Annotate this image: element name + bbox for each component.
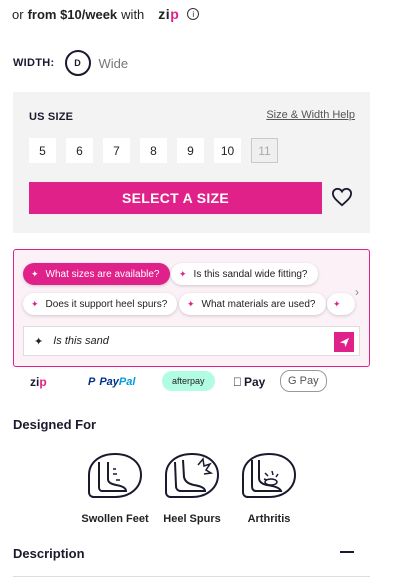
suggestion-chip[interactable]: ✦ Does it support heel spurs?	[23, 293, 178, 315]
suggestion-chip[interactable]: ✦ What sizes are available?	[23, 263, 170, 285]
ai-question-input[interactable]	[51, 334, 326, 348]
suggestion-chip-partial[interactable]: ✦	[327, 293, 355, 315]
arthritis-icon	[242, 452, 297, 498]
afterpay-logo: afterpay	[162, 371, 215, 391]
size-option[interactable]: 8	[140, 138, 167, 163]
size-panel: US SIZE Size & Width Help 5 6 7 8 9 10 1…	[13, 92, 370, 233]
minus-icon[interactable]	[340, 551, 354, 553]
size-option[interactable]: 5	[29, 138, 56, 163]
us-size-title: US SIZE	[29, 111, 74, 123]
designed-for-title: Designed For	[13, 417, 97, 432]
size-width-help-link[interactable]: Size & Width Help	[266, 109, 355, 121]
paypal-logo: P Pay Pal	[88, 376, 136, 388]
feature-swollen-feet: Swollen Feet	[75, 451, 155, 525]
ai-question-field[interactable]: ✦	[23, 326, 360, 356]
suggestion-chip[interactable]: ✦ What materials are used?	[179, 293, 326, 315]
sparkle-icon: ✦	[31, 298, 39, 309]
select-size-button[interactable]: SELECT A SIZE	[29, 182, 322, 214]
width-value: Wide	[98, 55, 129, 71]
apple-pay-logo: Pay	[233, 375, 265, 389]
feature-heel-spurs: Heel Spurs	[152, 451, 232, 525]
send-icon[interactable]	[334, 332, 354, 352]
payment-methods: zip PPayPal afterpay Pay G Pay	[30, 370, 375, 392]
sparkle-icon: ✦	[179, 268, 187, 279]
size-options: 5 6 7 8 9 10 11	[29, 138, 288, 163]
feature-label: Swollen Feet	[81, 513, 149, 525]
suggestion-chip[interactable]: ✦ Is this sandal wide fitting?	[171, 263, 318, 285]
chevron-right-icon[interactable]: ›	[355, 285, 359, 299]
feature-label: Heel Spurs	[163, 513, 221, 525]
swollen-feet-icon	[88, 452, 143, 498]
size-option-unavailable[interactable]: 11	[251, 138, 278, 163]
width-label: WIDTH:	[13, 57, 55, 69]
divider	[13, 576, 370, 577]
width-option-d[interactable]: D	[64, 50, 91, 76]
zip-logo: zip	[158, 6, 180, 22]
feature-arthritis: Arthritis	[229, 451, 309, 525]
zip-price: from $10/week	[27, 6, 118, 22]
size-option[interactable]: 9	[177, 138, 204, 163]
description-heading[interactable]: Description	[13, 546, 85, 561]
size-option[interactable]: 7	[103, 138, 130, 163]
info-icon[interactable]: i	[187, 8, 200, 20]
heart-outline-icon[interactable]	[331, 187, 353, 207]
sparkle-icon: ✦	[333, 298, 341, 309]
zip-payment-line: or from $10/week with zip i	[12, 6, 200, 22]
google-pay-logo: G Pay	[280, 370, 327, 392]
ai-assistant-panel: ✦ What sizes are available? ✦ Is this sand…	[13, 249, 370, 367]
zip-pay-logo: zi p	[30, 375, 47, 389]
sparkle-icon: ✦	[31, 268, 39, 279]
feature-label: Arthritis	[247, 513, 291, 525]
heel-spurs-icon	[165, 452, 220, 498]
sparkle-icon: ✦	[187, 298, 195, 309]
zip-prefix: or	[12, 6, 24, 22]
width-selector: WIDTH: D Wide	[13, 50, 128, 76]
sparkle-icon: ✦	[34, 335, 44, 348]
size-option[interactable]: 10	[214, 138, 241, 163]
zip-with: with	[121, 6, 145, 22]
size-option[interactable]: 6	[66, 138, 93, 163]
